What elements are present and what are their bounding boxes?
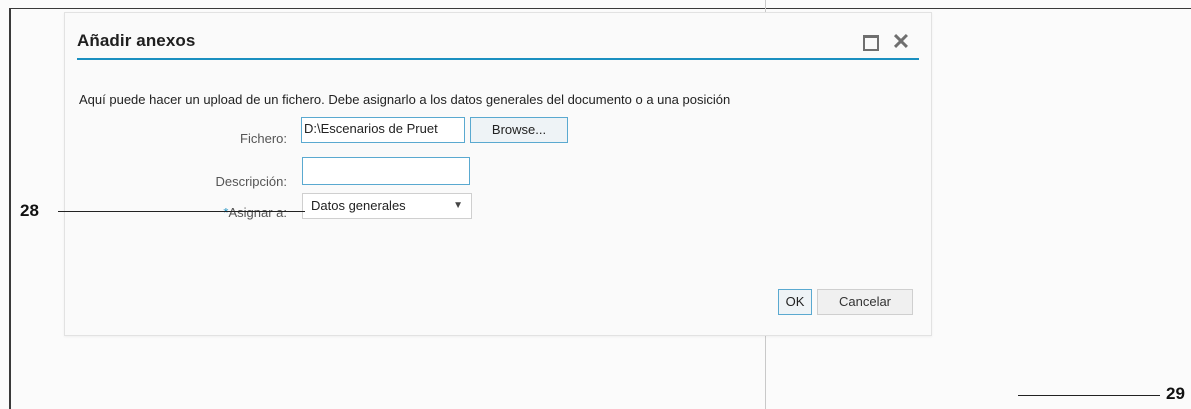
assign-to-label: *Asignar a: — [107, 205, 287, 220]
maximize-icon — [863, 35, 879, 51]
callout-leader-28 — [58, 211, 305, 212]
dialog-instructions: Aquí puede hacer un upload de un fichero… — [79, 92, 731, 107]
description-label: Descripción: — [215, 174, 287, 189]
callout-number-28: 28 — [20, 201, 39, 220]
assign-to-selected-value: Datos generales — [311, 198, 406, 213]
maximize-button[interactable] — [861, 33, 881, 51]
close-button[interactable]: ✕ — [891, 31, 911, 53]
cancel-button[interactable]: Cancelar — [817, 289, 913, 315]
file-path-input[interactable]: D:\Escenarios de Pruet — [301, 117, 465, 143]
assign-to-label-text: Asignar a: — [228, 205, 287, 220]
page-frame-top — [9, 8, 1191, 9]
description-input[interactable] — [302, 157, 470, 185]
ok-button[interactable]: OK — [778, 289, 812, 315]
callout-leader-29 — [1018, 395, 1160, 396]
callout-number-29: 29 — [1166, 384, 1185, 403]
assign-to-select[interactable]: Datos generales ▼ — [302, 193, 472, 219]
chevron-down-icon: ▼ — [453, 200, 463, 211]
browse-button[interactable]: Browse... — [470, 117, 568, 143]
close-icon: ✕ — [891, 29, 911, 54]
file-label: Fichero: — [240, 131, 287, 146]
title-divider — [77, 58, 919, 60]
dialog-title: Añadir anexos — [77, 31, 196, 50]
add-attachments-dialog: Añadir anexos ✕ Aquí puede hacer un uplo… — [64, 12, 932, 336]
page-frame-left — [9, 8, 11, 409]
